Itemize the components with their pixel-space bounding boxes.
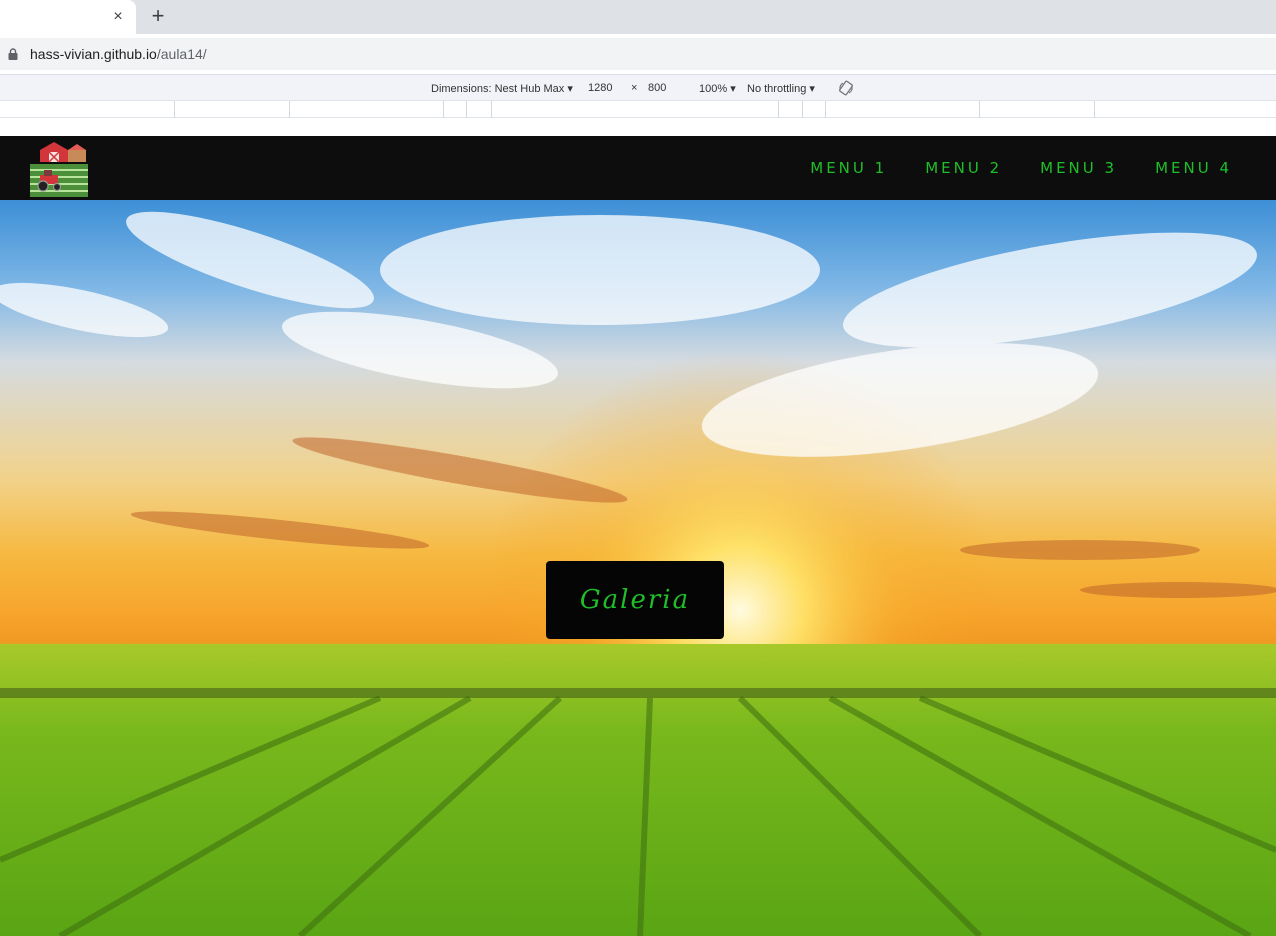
nav-menu-3[interactable]: MENU 3	[1040, 159, 1117, 177]
nav-menu-4[interactable]: MENU 4	[1155, 159, 1232, 177]
nav-menu-2[interactable]: MENU 2	[925, 159, 1002, 177]
media-query-ruler[interactable]	[0, 100, 1276, 118]
main-nav: MENU 1 MENU 2 MENU 3 MENU 4	[772, 136, 1232, 200]
nav-menu-1[interactable]: MENU 1	[810, 159, 887, 177]
url-path: /aula14/	[156, 46, 207, 62]
site-header: MENU 1 MENU 2 MENU 3 MENU 4	[0, 136, 1276, 200]
throttling-select[interactable]: No throttling ▾	[747, 82, 815, 95]
url-host: hass-vivian.github.io	[30, 46, 157, 62]
height-input[interactable]: 800	[648, 82, 666, 94]
tab-close-icon[interactable]: ×	[108, 7, 128, 27]
gallery-button[interactable]: Galeria	[546, 561, 724, 639]
device-toolbar: Dimensions: Nest Hub Max ▾ 1280 × 800 10…	[0, 74, 1276, 100]
width-input[interactable]: 1280	[588, 82, 612, 94]
dimension-separator: ×	[631, 82, 638, 94]
browser-tab[interactable]: ×	[0, 0, 136, 34]
zoom-select[interactable]: 100% ▾	[699, 82, 736, 95]
address-bar: hass-vivian.github.io/aula14/	[0, 34, 1276, 74]
hero-background: Galeria	[0, 200, 1276, 936]
lock-icon[interactable]	[8, 48, 18, 60]
rotate-icon[interactable]	[838, 80, 854, 96]
new-tab-icon[interactable]: +	[146, 5, 170, 29]
url-omnibox[interactable]: hass-vivian.github.io/aula14/	[0, 38, 1276, 70]
url-text[interactable]: hass-vivian.github.io/aula14/	[30, 46, 207, 62]
browser-tabstrip: × +	[0, 0, 1276, 34]
viewport-gap	[0, 118, 1276, 136]
dimensions-select[interactable]: Dimensions: Nest Hub Max ▾	[431, 82, 573, 95]
farm-logo-icon[interactable]	[28, 140, 90, 198]
